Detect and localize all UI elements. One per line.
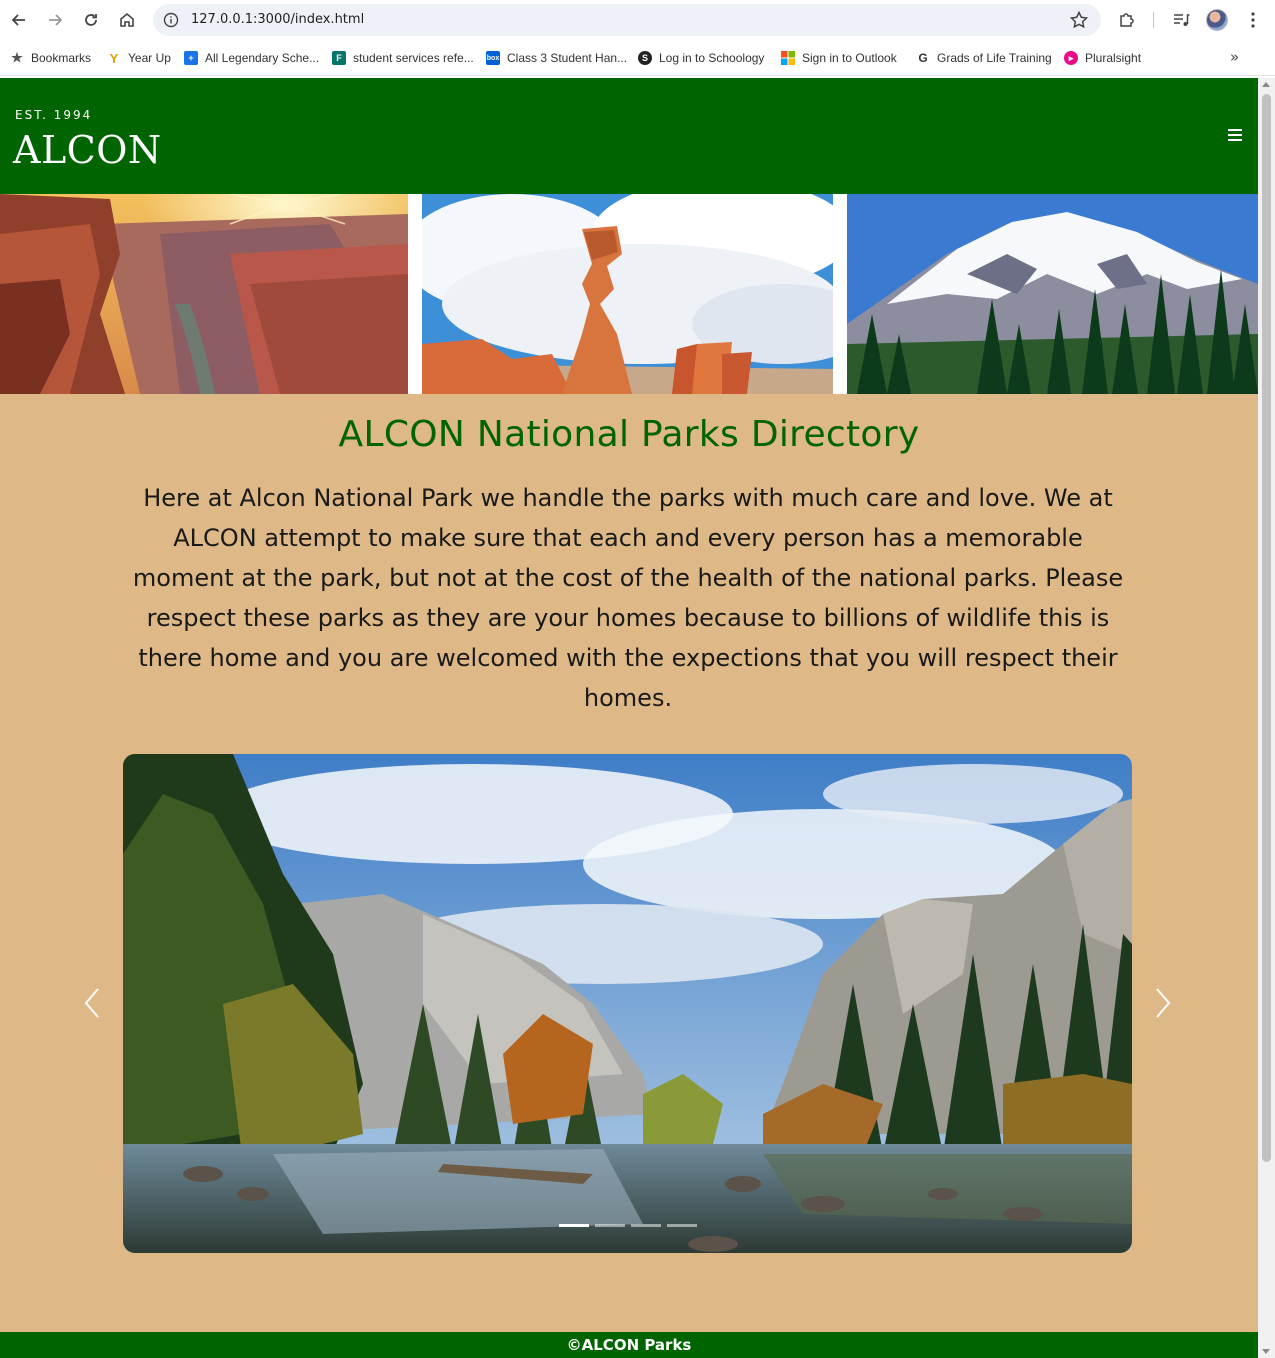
browser-toolbar: 127.0.0.1:3000/index.html bbox=[0, 0, 1275, 40]
carousel-prev-icon[interactable] bbox=[82, 986, 102, 1020]
microsoft-icon bbox=[781, 51, 795, 65]
site-logo[interactable]: ALCON bbox=[13, 128, 162, 172]
scroll-down-arrow-icon[interactable] bbox=[1262, 1349, 1270, 1354]
bookmark-label: All Legendary Sche... bbox=[205, 51, 320, 65]
home-icon bbox=[120, 12, 134, 27]
carousel-indicator[interactable] bbox=[667, 1224, 697, 1227]
extensions-button[interactable] bbox=[1116, 9, 1138, 31]
pluralsight-icon: ▸ bbox=[1064, 51, 1078, 65]
back-button[interactable] bbox=[7, 8, 31, 32]
banner-image-mountain bbox=[847, 194, 1258, 394]
url-text: 127.0.0.1:3000/index.html bbox=[191, 12, 365, 27]
banner-gap bbox=[833, 194, 847, 394]
banner-image-hoodoo bbox=[422, 194, 833, 394]
star-icon: ★ bbox=[11, 50, 23, 65]
bookmark-pluralsight[interactable]: ▸ Pluralsight bbox=[1064, 49, 1141, 67]
bookmark-label: Sign in to Outlook bbox=[802, 51, 897, 65]
arrow-left-icon bbox=[11, 14, 25, 26]
media-control-button[interactable] bbox=[1170, 9, 1192, 31]
bookmark-label: student services refe... bbox=[353, 51, 474, 65]
bookmark-student-services[interactable]: F student services refe... bbox=[332, 49, 474, 67]
bookmarks-bar: ★ Bookmarks Y Year Up + All Legendary Sc… bbox=[0, 40, 1275, 76]
banner-image-canyon bbox=[0, 194, 408, 394]
calendar-icon: + bbox=[184, 51, 198, 65]
bookmark-legendary-schedule[interactable]: + All Legendary Sche... bbox=[184, 49, 319, 67]
intro-paragraph: Here at Alcon National Park we handle th… bbox=[132, 484, 1124, 712]
bookmark-label: Bookmarks bbox=[31, 51, 92, 65]
bookmark-class-handbook[interactable]: box Class 3 Student Han... bbox=[486, 49, 627, 67]
established-text: EST. 1994 bbox=[15, 108, 93, 122]
bookmark-folder-bookmarks[interactable]: ★ Bookmarks bbox=[10, 49, 91, 67]
page-title: ALCON National Parks Directory bbox=[338, 414, 920, 455]
reload-icon bbox=[85, 14, 97, 26]
menu-button[interactable] bbox=[1242, 9, 1264, 31]
hamburger-menu-icon[interactable] bbox=[1228, 129, 1242, 141]
address-bar[interactable]: 127.0.0.1:3000/index.html bbox=[153, 4, 1101, 36]
bookmark-schoology[interactable]: S Log in to Schoology bbox=[638, 49, 764, 67]
bookmark-label: Year Up bbox=[128, 51, 171, 65]
box-icon: box bbox=[486, 51, 500, 65]
bookmark-label: Log in to Schoology bbox=[659, 51, 765, 65]
image-carousel[interactable] bbox=[123, 754, 1132, 1253]
bookmark-label: Pluralsight bbox=[1085, 51, 1142, 65]
bookmark-year-up[interactable]: Y Year Up bbox=[107, 49, 171, 67]
bookmark-label: Class 3 Student Han... bbox=[507, 51, 628, 65]
forward-button[interactable] bbox=[43, 8, 67, 32]
banner-gap bbox=[408, 194, 422, 394]
more-vertical-icon bbox=[1251, 12, 1255, 28]
toolbar-separator bbox=[1153, 12, 1154, 28]
carousel-indicator[interactable] bbox=[559, 1224, 589, 1227]
carousel-next-icon[interactable] bbox=[1153, 986, 1173, 1020]
carousel-indicator[interactable] bbox=[595, 1224, 625, 1227]
yearup-icon: Y bbox=[109, 50, 119, 66]
bookmark-grads-of-life[interactable]: G Grads of Life Training bbox=[916, 49, 1052, 67]
scroll-up-arrow-icon[interactable] bbox=[1262, 82, 1270, 87]
bookmark-star-icon[interactable] bbox=[1069, 10, 1089, 30]
page-viewport: EST. 1994 ALCON ALCON National Parks Dir… bbox=[0, 78, 1258, 1358]
bookmark-label: Grads of Life Training bbox=[937, 51, 1052, 65]
home-button[interactable] bbox=[115, 8, 139, 32]
forms-icon: F bbox=[332, 51, 346, 65]
scrollbar-thumb[interactable] bbox=[1262, 94, 1271, 1162]
site-header: EST. 1994 ALCON bbox=[0, 78, 1258, 194]
carousel-indicator[interactable] bbox=[631, 1224, 661, 1227]
puzzle-icon bbox=[1120, 13, 1134, 27]
queue-music-icon bbox=[1174, 14, 1190, 26]
arrow-right-icon bbox=[49, 14, 63, 26]
carousel-slide-image bbox=[123, 754, 1132, 1253]
bookmark-outlook[interactable]: Sign in to Outlook bbox=[781, 49, 897, 67]
g-icon: G bbox=[918, 51, 928, 65]
schoology-icon: S bbox=[638, 51, 652, 65]
more-bookmarks-chevron-icon[interactable]: » bbox=[1230, 48, 1239, 66]
reload-button[interactable] bbox=[79, 8, 103, 32]
page-scrollbar[interactable] bbox=[1258, 78, 1275, 1358]
carousel-indicators bbox=[559, 1224, 697, 1228]
site-info-icon[interactable] bbox=[162, 11, 180, 29]
profile-avatar[interactable] bbox=[1206, 9, 1228, 31]
site-footer: ©ALCON Parks bbox=[0, 1332, 1258, 1358]
